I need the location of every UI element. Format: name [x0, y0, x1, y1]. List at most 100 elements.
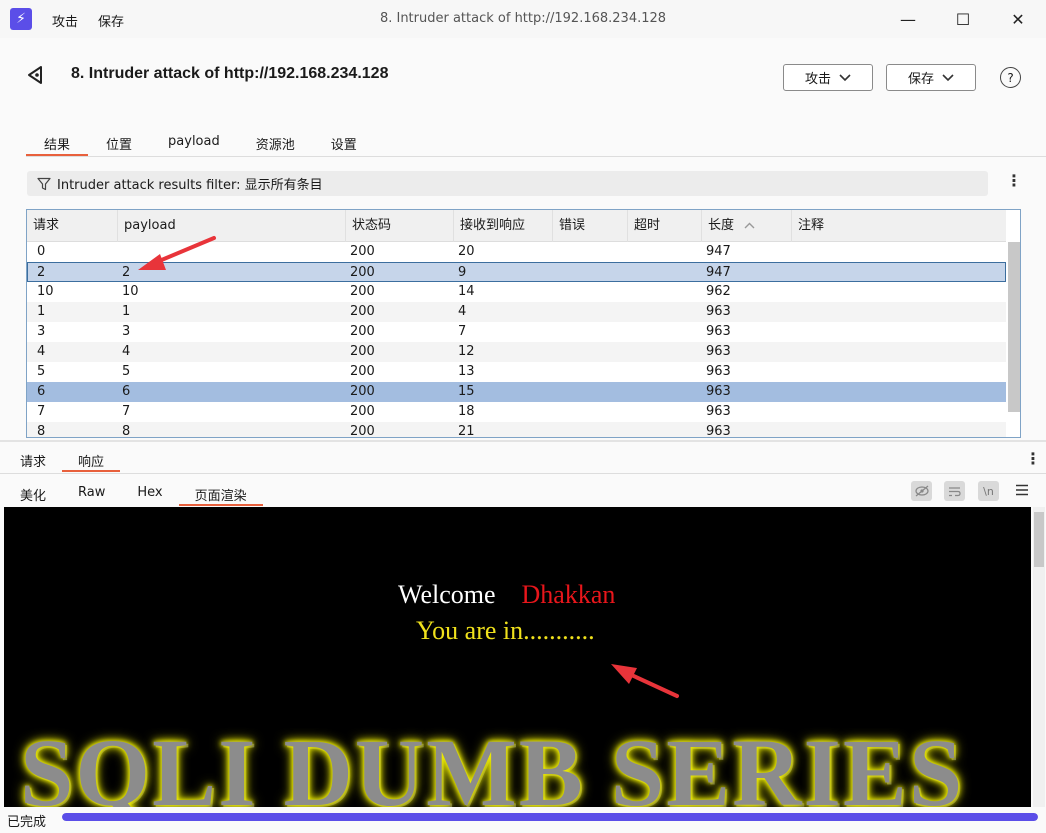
cell-recv: 12 — [458, 344, 475, 359]
cell-note — [786, 282, 796, 302]
cell-payload: 5 — [122, 364, 131, 379]
table-row[interactable]: 2 2 200 9 947 — [27, 262, 1006, 282]
cell-status: 200 — [350, 424, 375, 438]
table-row[interactable]: 3 3 200 7 963 — [27, 322, 1006, 342]
col-comment[interactable]: 注释 — [792, 210, 1006, 242]
menu-save[interactable]: 保存 — [98, 11, 124, 30]
attack-progress-fill — [62, 813, 1038, 821]
cell-status: 200 — [350, 404, 375, 419]
cell-req: 3 — [37, 324, 46, 339]
attack-button[interactable]: 攻击 — [783, 64, 873, 91]
col-status[interactable]: 状态码 — [346, 210, 454, 242]
attack-button-label: 攻击 — [804, 72, 831, 87]
status-text: 已完成 — [7, 815, 47, 830]
cell-note — [786, 402, 796, 422]
table-row[interactable]: 1 1 200 4 963 — [27, 302, 1006, 322]
burp-app-icon: ⚡ — [10, 8, 32, 30]
cell-len: 947 — [706, 265, 731, 280]
cell-note — [786, 422, 796, 437]
user-name: Dhakkan — [521, 580, 616, 609]
col-error[interactable]: 错误 — [553, 210, 628, 242]
cell-recv: 4 — [458, 304, 467, 319]
cell-err — [547, 302, 557, 322]
table-row[interactable]: 6 6 200 15 963 — [27, 382, 1006, 402]
maximize-icon[interactable]: ☐ — [940, 4, 986, 34]
tab-raw[interactable]: Raw — [62, 480, 121, 506]
chevron-down-icon — [839, 73, 851, 81]
results-filter-bar[interactable]: Intruder attack results filter: 显示所有条目 — [27, 171, 988, 196]
tab-pretty[interactable]: 美化 — [4, 480, 62, 506]
table-row[interactable]: 10 10 200 14 962 — [27, 282, 1006, 302]
cell-req: 8 — [37, 424, 46, 438]
menu-attack[interactable]: 攻击 — [52, 11, 78, 30]
col-response-received[interactable]: 接收到响应 — [454, 210, 553, 242]
tab-hex[interactable]: Hex — [121, 480, 178, 506]
cell-payload: 7 — [122, 404, 131, 419]
table-header: 请求 payload 状态码 接收到响应 错误 超时 长度 注释 — [27, 210, 1006, 242]
sort-ascending-icon — [744, 222, 755, 229]
cell-len: 963 — [706, 384, 731, 399]
cell-timeout — [622, 362, 632, 382]
cell-recv: 14 — [458, 284, 475, 299]
cell-err — [547, 263, 557, 283]
close-icon[interactable]: ✕ — [995, 4, 1041, 34]
minimize-icon[interactable]: — — [885, 4, 931, 34]
filter-icon — [37, 177, 51, 190]
attack-title: 8. Intruder attack of http://192.168.234… — [71, 65, 389, 82]
help-icon[interactable]: ? — [1000, 67, 1021, 88]
tab-results[interactable]: 结果 — [26, 128, 89, 156]
cell-len: 963 — [706, 364, 731, 379]
cell-req: 1 — [37, 304, 46, 319]
col-length[interactable]: 长度 — [702, 210, 792, 242]
pane-splitter[interactable] — [0, 440, 1046, 442]
table-row[interactable]: 0 200 20 947 — [27, 242, 1006, 262]
wrap-lines-icon[interactable] — [944, 481, 965, 501]
cell-err — [547, 402, 557, 422]
table-scrollbar[interactable] — [1008, 242, 1020, 412]
save-button[interactable]: 保存 — [886, 64, 976, 91]
tab-response[interactable]: 响应 — [62, 446, 121, 472]
cell-payload: 6 — [122, 384, 131, 399]
cell-status: 200 — [350, 324, 375, 339]
hide-icon[interactable] — [911, 481, 932, 501]
cell-note — [786, 322, 796, 342]
col-payload[interactable]: payload — [118, 210, 346, 242]
tab-settings[interactable]: 设置 — [313, 128, 375, 156]
cell-note — [786, 263, 796, 283]
tab-render[interactable]: 页面渲染 — [178, 480, 263, 506]
menu-icon[interactable] — [1015, 484, 1029, 500]
cell-req: 10 — [37, 284, 54, 299]
render-scrollbar-thumb[interactable] — [1034, 512, 1044, 567]
tab-request[interactable]: 请求 — [4, 446, 62, 472]
attack-progress-bar — [62, 813, 1038, 821]
message-tabs-divider — [0, 473, 1046, 474]
table-row[interactable]: 7 7 200 18 963 — [27, 402, 1006, 422]
window-titlebar: ⚡ 攻击 保存 8. Intruder attack of http://192… — [0, 0, 1046, 38]
filter-more-icon[interactable]: ⋮ — [1006, 173, 1022, 189]
cell-timeout — [622, 382, 632, 402]
tab-positions[interactable]: 位置 — [88, 128, 150, 156]
cell-recv: 7 — [458, 324, 467, 339]
cell-recv: 15 — [458, 384, 475, 399]
newline-icon[interactable]: \n — [978, 481, 999, 501]
cell-status: 200 — [350, 244, 375, 259]
cell-req: 4 — [37, 344, 46, 359]
table-row[interactable]: 5 5 200 13 963 — [27, 362, 1006, 382]
tab-payload[interactable]: payload — [150, 128, 238, 156]
col-timeout[interactable]: 超时 — [628, 210, 702, 242]
cell-timeout — [622, 422, 632, 437]
cell-err — [547, 422, 557, 437]
cell-note — [786, 342, 796, 362]
table-row[interactable]: 8 8 200 21 963 — [27, 422, 1006, 438]
cell-len: 947 — [706, 244, 731, 259]
table-row[interactable]: 4 4 200 12 963 — [27, 342, 1006, 362]
cell-payload: 8 — [122, 424, 131, 438]
cell-payload: 3 — [122, 324, 131, 339]
cell-recv: 20 — [458, 244, 475, 259]
cell-note — [786, 302, 796, 322]
cell-timeout — [622, 242, 632, 262]
tab-resource-pool[interactable]: 资源池 — [238, 128, 313, 156]
col-request[interactable]: 请求 — [27, 210, 118, 242]
message-more-icon[interactable]: ⋮ — [1025, 451, 1041, 467]
cell-req: 2 — [37, 265, 46, 280]
